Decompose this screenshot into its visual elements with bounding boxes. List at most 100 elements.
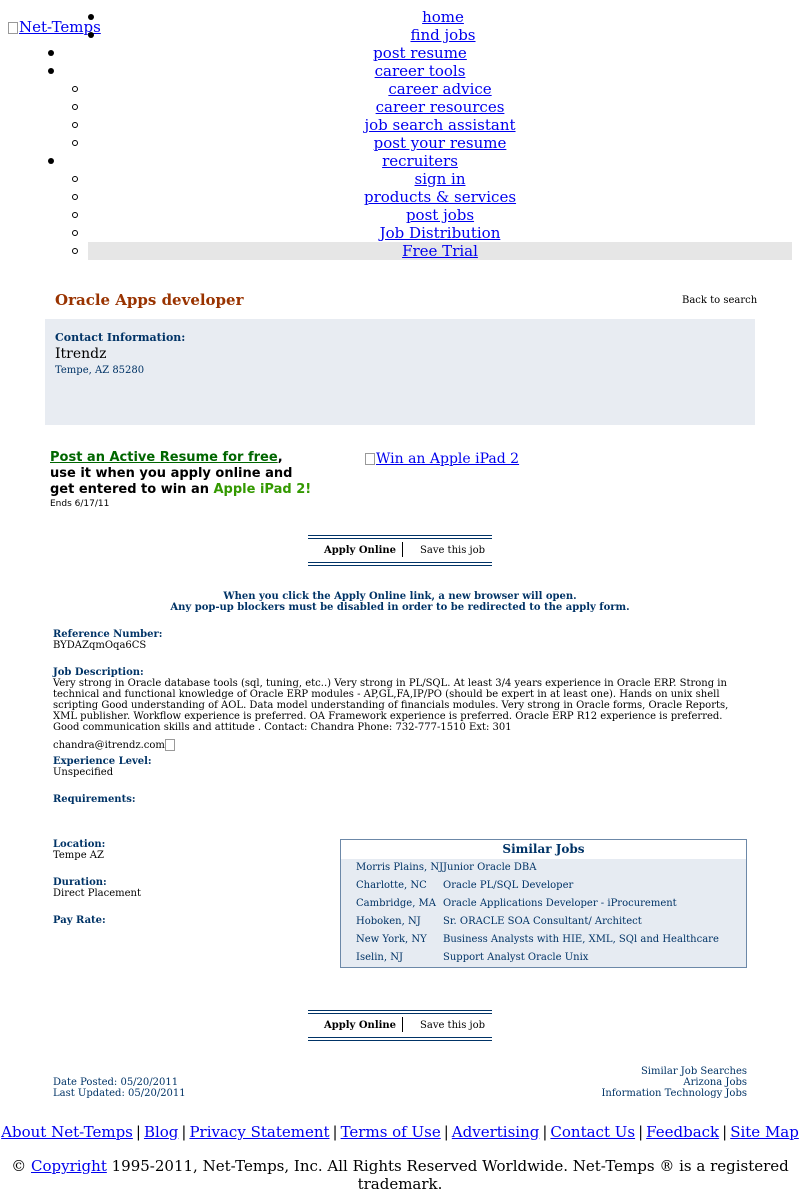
promo-line-3: get entered to win an xyxy=(50,482,214,497)
apply-online-button[interactable]: Apply Online xyxy=(324,545,396,556)
apply-bar-bottom: Apply Online Save this job xyxy=(308,1010,492,1041)
footer-links: About Net-Temps | Blog | Privacy Statement | T… xyxy=(0,1123,800,1141)
duration-value: Direct Placement xyxy=(53,888,141,899)
similar-job-location: Hoboken, NJ xyxy=(356,916,421,927)
similar-job-row[interactable]: New York, NY Business Analysts with HIE, … xyxy=(341,931,746,949)
nav-row-job-distribution: Job Distribution xyxy=(0,224,800,242)
footer-link-sitemap[interactable]: Site Map xyxy=(730,1123,799,1141)
requirements-label: Requirements: xyxy=(53,794,136,805)
nav-row-products-services: products & services xyxy=(0,188,800,206)
posting-dates: Date Posted: 05/20/2011 Last Updated: 05… xyxy=(53,1077,186,1099)
copyright-link[interactable]: Copyright xyxy=(31,1157,107,1175)
contact-info-label: Contact Information: xyxy=(55,331,186,344)
similar-job-location: Cambridge, MA xyxy=(356,898,437,909)
nav-job-search-assistant-link[interactable]: job search assistant xyxy=(364,116,515,134)
contact-info-box: Contact Information: Itrendz Tempe, AZ 8… xyxy=(45,319,755,425)
similar-job-title[interactable]: Oracle Applications Developer - iProcure… xyxy=(443,895,677,913)
nav-row-sign-in: sign in xyxy=(0,170,800,188)
apply-bar-separator xyxy=(402,542,403,557)
nav-sign-in-link[interactable]: sign in xyxy=(415,170,466,188)
promo-comma: , xyxy=(277,450,283,465)
post-active-resume-link[interactable]: Post an Active Resume for free xyxy=(50,450,278,465)
last-updated: Last Updated: 05/20/2011 xyxy=(53,1088,186,1099)
back-to-search-link[interactable]: Back to search xyxy=(682,295,757,306)
nav-row-post-your-resume: post your resume xyxy=(0,134,800,152)
similar-search-link[interactable]: Arizona Jobs xyxy=(601,1077,747,1088)
nav-career-resources-link[interactable]: career resources xyxy=(376,98,505,116)
reference-number-value: BYDAZqmOqa6CS xyxy=(53,640,147,651)
similar-job-title[interactable]: Junior Oracle DBA xyxy=(443,859,537,877)
win-ipad-image-link[interactable]: Win an Apple iPad 2 xyxy=(365,451,519,467)
nav-post-resume-link[interactable]: post resume xyxy=(373,44,467,62)
save-job-button[interactable]: Save this job xyxy=(420,545,485,556)
nav-post-jobs-link[interactable]: post jobs xyxy=(406,206,474,224)
nav-row-free-trial: Free Trial xyxy=(0,242,800,260)
company-location: Tempe, AZ 85280 xyxy=(55,365,145,376)
popup-blocker-note: When you click the Apply Online link, a … xyxy=(0,591,800,613)
company-name: Itrendz xyxy=(55,346,107,362)
nav-row-post-resume: post resume xyxy=(0,44,800,62)
nav-career-tools-link[interactable]: career tools xyxy=(375,62,466,80)
nav-row-recruiters: recruiters xyxy=(0,152,800,170)
nav-career-advice-link[interactable]: career advice xyxy=(388,80,491,98)
footer-pipe: | xyxy=(542,1123,548,1141)
nav-find-jobs-link[interactable]: find jobs xyxy=(410,26,475,44)
similar-search-link[interactable]: Information Technology Jobs xyxy=(601,1088,747,1099)
promo-ends-date: Ends 6/17/11 xyxy=(50,499,110,509)
copyright-symbol: © xyxy=(11,1157,27,1175)
similar-job-title[interactable]: Sr. ORACLE SOA Consultant/ Architect xyxy=(443,913,642,931)
similar-job-searches: Similar Job Searches Arizona Jobs Inform… xyxy=(601,1066,747,1099)
apply-bar-separator xyxy=(402,1017,403,1032)
copyright-text: 1995-2011, Net-Temps, Inc. All Rights Re… xyxy=(106,1157,789,1193)
date-posted: Date Posted: 05/20/2011 xyxy=(53,1077,179,1088)
footer-pipe: | xyxy=(638,1123,644,1141)
footer-link-blog[interactable]: Blog xyxy=(144,1123,178,1141)
broken-image-icon xyxy=(164,739,175,751)
footer-link-privacy[interactable]: Privacy Statement xyxy=(189,1123,329,1141)
nav-row-home: home xyxy=(0,8,800,26)
popup-note-line-1: When you click the Apply Online link, a … xyxy=(223,591,577,602)
job-description-label: Job Description: xyxy=(53,667,144,678)
similar-job-location: Iselin, NJ xyxy=(356,952,403,963)
footer-link-feedback[interactable]: Feedback xyxy=(646,1123,719,1141)
similar-job-row[interactable]: Cambridge, MA Oracle Applications Develop… xyxy=(341,895,746,913)
footer-pipe: | xyxy=(181,1123,187,1141)
job-title: Oracle Apps developer xyxy=(55,291,244,309)
experience-level-value: Unspecified xyxy=(53,767,114,778)
job-description-email: chandra@itrendz.com xyxy=(53,740,165,751)
similar-job-row[interactable]: Charlotte, NC Oracle PL/SQL Developer xyxy=(341,877,746,895)
similar-job-row[interactable]: Morris Plains, NJ Junior Oracle DBA xyxy=(341,859,746,877)
nav-recruiters-link[interactable]: recruiters xyxy=(382,152,458,170)
pay-rate-label: Pay Rate: xyxy=(53,915,106,926)
similar-job-location: Charlotte, NC xyxy=(356,880,427,891)
similar-job-row[interactable]: Hoboken, NJ Sr. ORACLE SOA Consultant/ Ar… xyxy=(341,913,746,931)
nav-row-job-search-assistant: job search assistant xyxy=(0,116,800,134)
similar-jobs-heading: Similar Jobs xyxy=(341,840,746,859)
similar-job-row[interactable]: Iselin, NJ Support Analyst Oracle Unix xyxy=(341,949,746,967)
similar-jobs-panel: Similar Jobs Morris Plains, NJ Junior Ora… xyxy=(340,839,747,968)
reference-number-label: Reference Number: xyxy=(53,629,163,640)
nav-free-trial-link[interactable]: Free Trial xyxy=(402,242,478,260)
nav-row-find-jobs: find jobs xyxy=(0,26,800,44)
nav-post-your-resume-link[interactable]: post your resume xyxy=(374,134,507,152)
apply-bar-divider xyxy=(308,538,492,539)
save-job-button[interactable]: Save this job xyxy=(420,1020,485,1031)
footer-link-advertising[interactable]: Advertising xyxy=(452,1123,540,1141)
copyright-line: © Copyright 1995-2011, Net-Temps, Inc. A… xyxy=(0,1157,800,1193)
nav-home-link[interactable]: home xyxy=(422,8,464,26)
similar-job-title[interactable]: Support Analyst Oracle Unix xyxy=(443,949,588,967)
apply-online-button[interactable]: Apply Online xyxy=(324,1020,396,1031)
ipad-alt-text: Win an Apple iPad 2 xyxy=(376,451,520,467)
similar-job-title[interactable]: Business Analysts with HIE, XML, SQl and… xyxy=(443,931,719,949)
nav-products-services-link[interactable]: products & services xyxy=(364,188,516,206)
nav-job-distribution-link[interactable]: Job Distribution xyxy=(380,224,501,242)
footer-link-terms[interactable]: Terms of Use xyxy=(341,1123,441,1141)
footer-link-contact[interactable]: Contact Us xyxy=(550,1123,635,1141)
footer-link-about[interactable]: About Net-Temps xyxy=(1,1123,133,1141)
apply-bar-top: Apply Online Save this job xyxy=(308,535,492,566)
apply-bar-divider xyxy=(308,535,492,536)
similar-job-title[interactable]: Oracle PL/SQL Developer xyxy=(443,877,573,895)
popup-note-line-2: Any pop-up blockers must be disabled in … xyxy=(170,602,630,613)
footer-pipe: | xyxy=(332,1123,338,1141)
nav-row-career-resources: career resources xyxy=(0,98,800,116)
